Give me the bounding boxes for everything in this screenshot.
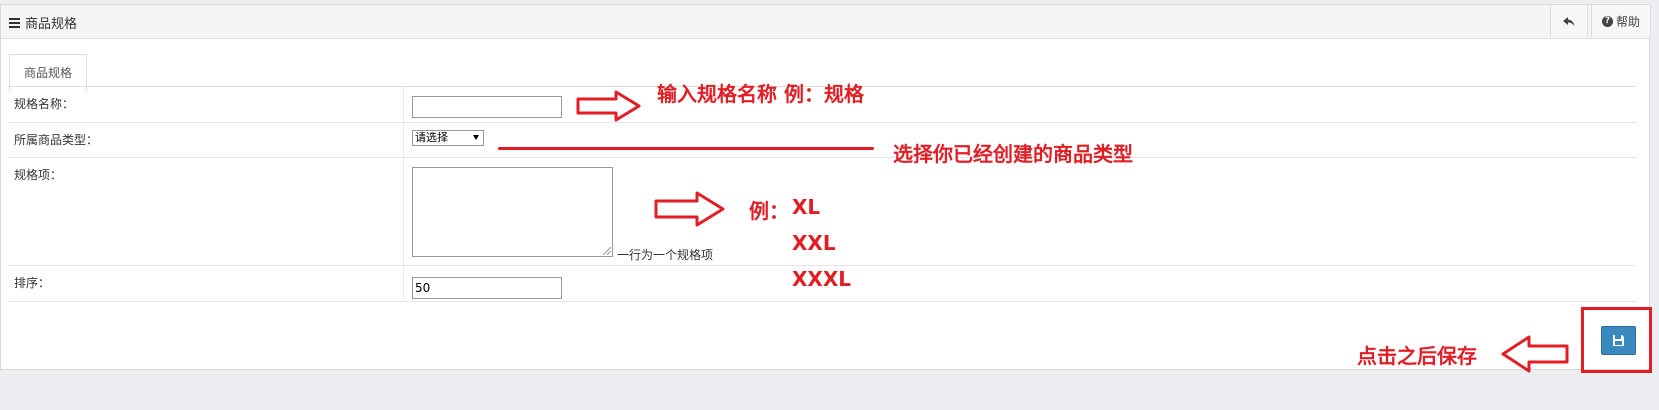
help-label: 帮助 — [1615, 15, 1640, 29]
page-title: 商品规格 — [9, 13, 77, 32]
annotation-arrow-right-1 — [576, 90, 641, 122]
annotation-example-prefix: 例： — [749, 199, 789, 223]
annotation-arrow-left — [1501, 335, 1569, 373]
panel-header: 商品规格 ? 帮助 — [1, 5, 1651, 39]
tab-spec-label: 商品规格 — [23, 66, 72, 80]
help-button[interactable]: ? 帮助 — [1591, 5, 1651, 38]
page-title-text: 商品规格 — [25, 17, 78, 32]
reply-icon — [1563, 16, 1575, 26]
row-divider — [403, 266, 404, 301]
back-button[interactable] — [1550, 5, 1588, 38]
spec-items-hint: 一行为一个规格项 — [617, 248, 714, 262]
product-type-select[interactable]: 请选择 — [412, 130, 484, 146]
row-product-type: 所属商品类型： — [8, 123, 1636, 158]
spec-items-textarea[interactable] — [412, 167, 613, 257]
row-divider — [403, 123, 404, 157]
spec-name-input[interactable] — [412, 96, 562, 118]
spec-items-label: 规格项： — [14, 168, 63, 182]
product-type-selected: 请选择 — [415, 131, 448, 144]
chevron-down-icon — [473, 135, 479, 140]
list-icon — [9, 17, 20, 28]
annotation-save-highlight — [1581, 307, 1652, 373]
spec-name-label: 规格名称： — [14, 97, 75, 111]
question-circle-icon: ? — [1601, 16, 1613, 27]
annotation-arrow-right-2 — [654, 191, 725, 227]
annotation-save: 点击之后保存 — [1357, 344, 1477, 368]
annotation-product-type: 选择你已经创建的商品类型 — [893, 142, 1133, 166]
resize-grip-icon[interactable] — [603, 247, 611, 255]
annotation-example-xxxl: XXXL — [792, 267, 852, 291]
sort-input[interactable] — [412, 277, 562, 299]
product-type-label: 所属商品类型： — [14, 133, 99, 147]
row-divider — [403, 87, 404, 122]
annotation-underline — [498, 147, 874, 150]
annotation-spec-name: 输入规格名称 例：规格 — [657, 82, 864, 106]
sort-label: 排序： — [14, 276, 51, 290]
row-divider — [403, 158, 404, 265]
annotation-example-xl: XL — [792, 195, 821, 219]
annotation-example-xxl: XXL — [792, 231, 836, 255]
